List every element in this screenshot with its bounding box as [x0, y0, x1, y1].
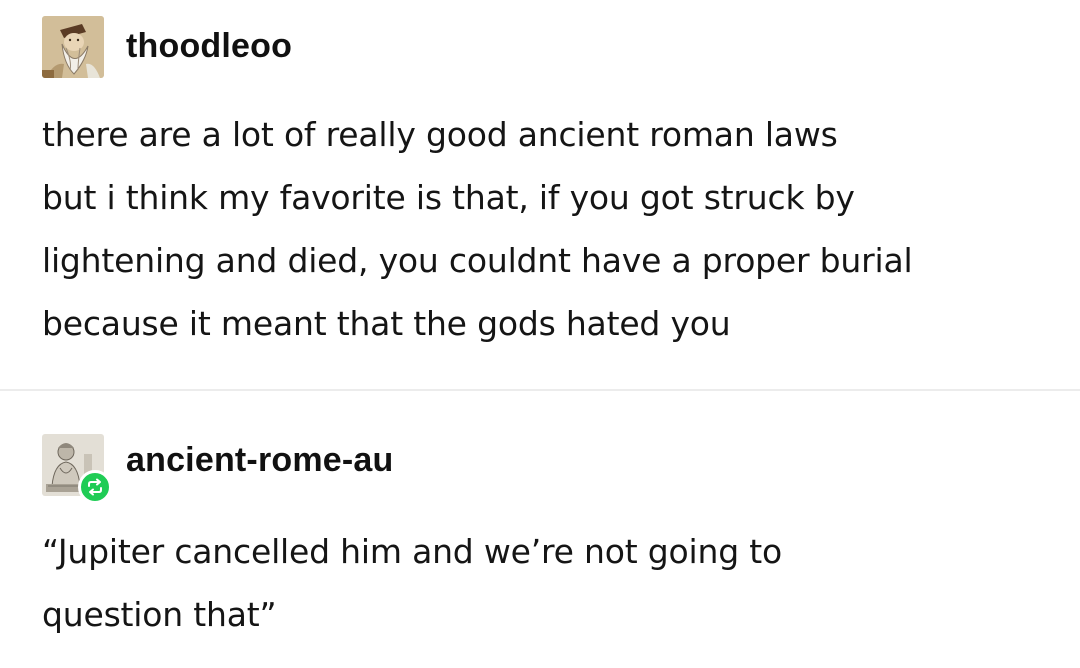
post-original: thoodleoo there are a lot of really good… — [0, 0, 1080, 390]
reblog-body-text: “Jupiter cancelled him and we’re not goi… — [42, 532, 782, 634]
post-body-text: there are a lot of really good ancient r… — [42, 115, 913, 343]
reblog-icon — [78, 470, 112, 504]
post-header: thoodleoo — [42, 16, 292, 78]
post-username[interactable]: thoodleoo — [126, 27, 292, 66]
bearded-man-avatar-icon[interactable] — [42, 16, 104, 78]
reblog-username[interactable]: ancient-rome-au — [126, 441, 394, 480]
reblog-header: ancient-rome-au — [42, 434, 394, 504]
post-divider — [0, 389, 1080, 391]
reblog-avatar-wrapper[interactable] — [42, 434, 112, 504]
